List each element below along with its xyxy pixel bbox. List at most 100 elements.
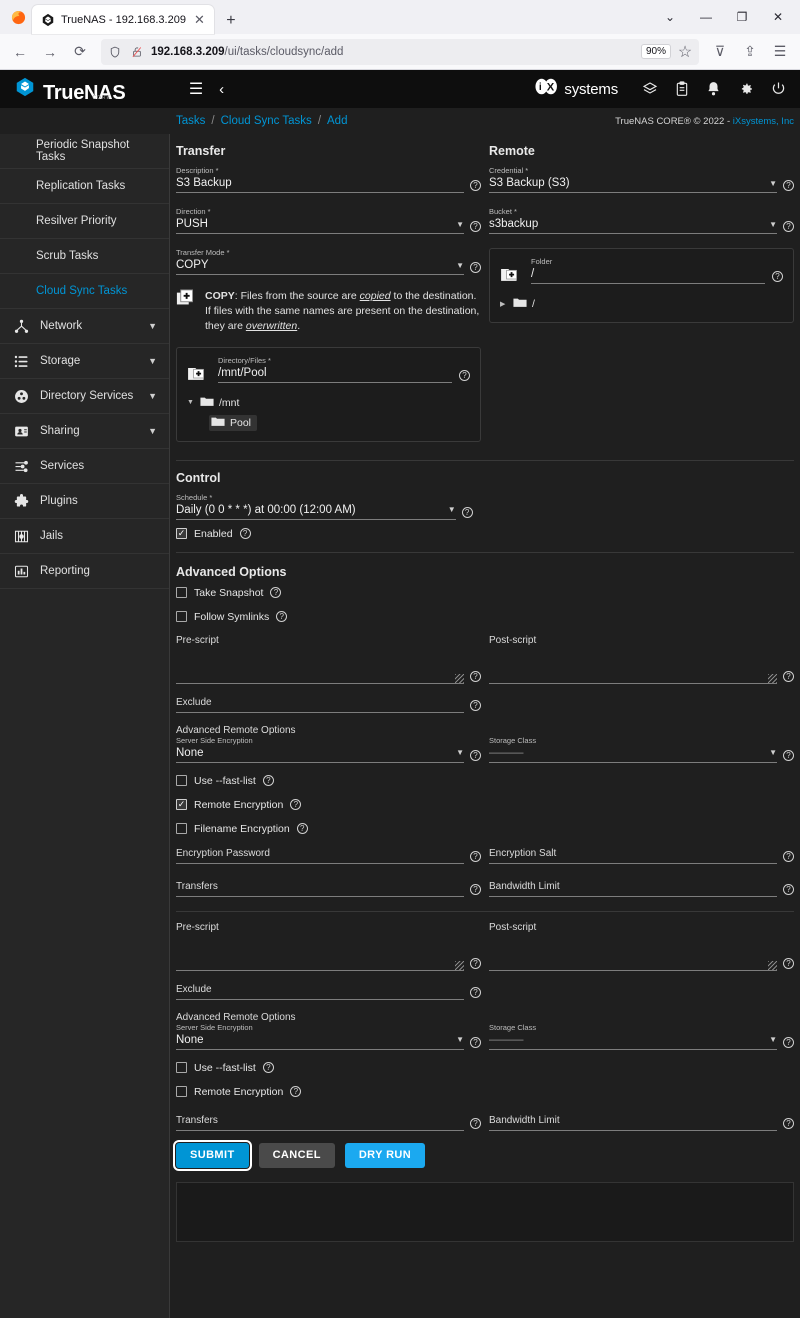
follow-symlinks-checkbox[interactable]	[176, 611, 187, 623]
address-bar[interactable]: 192.168.3.209/ui/tasks/cloudsync/add 90%…	[101, 38, 699, 65]
direction-select[interactable]: PUSH ▼	[176, 217, 464, 234]
filename-encryption-row-one[interactable]: Filename Encryption ?	[176, 823, 794, 835]
bell-icon[interactable]	[706, 81, 721, 97]
exclude-input[interactable]: Exclude	[176, 696, 464, 713]
post-script-textarea[interactable]	[489, 933, 777, 971]
sidebar-item-sharing[interactable]: Sharing ▼	[0, 414, 169, 449]
help-icon[interactable]: ?	[470, 221, 481, 232]
submit-button[interactable]: SUBMIT	[173, 1139, 252, 1171]
twisty-collapsed-icon[interactable]: ▶	[500, 300, 508, 308]
credential-field[interactable]: Credential * S3 Backup (S3) ▼ ?	[489, 166, 794, 193]
help-icon[interactable]: ?	[470, 883, 481, 895]
tab-list-chevron-icon[interactable]: ⌄	[652, 2, 688, 32]
description-field[interactable]: Description * S3 Backup ?	[176, 166, 481, 193]
fast-list-row-two[interactable]: Use --fast-list ?	[176, 1062, 794, 1074]
bucket-select[interactable]: s3backup ▼	[489, 217, 777, 234]
sse-select[interactable]: None ▼	[176, 1033, 464, 1050]
clipboard-icon[interactable]	[675, 81, 689, 97]
help-icon[interactable]: ?	[772, 271, 783, 282]
new-tab-button[interactable]: +	[218, 8, 244, 34]
help-icon[interactable]: ?	[783, 749, 794, 761]
help-icon[interactable]: ?	[470, 1036, 481, 1048]
remote-encryption-checkbox[interactable]	[176, 1086, 187, 1098]
layers-icon[interactable]	[642, 81, 658, 97]
help-icon[interactable]: ?	[783, 180, 794, 191]
menu-toggle-icon[interactable]: ☰	[189, 79, 203, 99]
gear-icon[interactable]	[738, 81, 754, 97]
save-to-pocket-icon[interactable]: ⇪	[736, 38, 764, 66]
window-restore-button[interactable]: ❐	[724, 2, 760, 32]
post-script-textarea[interactable]	[489, 646, 777, 684]
sidebar-item-directory-services[interactable]: Directory Services ▼	[0, 379, 169, 414]
transfer-mode-select[interactable]: COPY ▼	[176, 258, 464, 275]
sidebar-item-replication-tasks[interactable]: Replication Tasks	[0, 169, 169, 204]
breadcrumb-item-cloud-sync-tasks[interactable]: Cloud Sync Tasks	[221, 115, 312, 127]
twisty-expanded-icon[interactable]: ▼	[187, 399, 195, 406]
reload-button[interactable]: ⟳	[66, 38, 94, 66]
remote-encryption-checkbox[interactable]	[176, 799, 187, 811]
help-icon[interactable]: ?	[270, 587, 282, 599]
directory-input[interactable]: /mnt/Pool	[218, 366, 452, 383]
tree-node-pool[interactable]: Pool	[187, 413, 470, 433]
help-icon[interactable]: ?	[290, 1086, 302, 1098]
pre-script-textarea[interactable]	[176, 933, 464, 971]
directory-field[interactable]: Directory/Files * /mnt/Pool	[218, 356, 452, 383]
sidebar-item-jails[interactable]: Jails	[0, 519, 169, 554]
help-icon[interactable]: ?	[470, 262, 481, 273]
folder-field[interactable]: Folder /	[531, 257, 765, 284]
remote-encryption-row-two[interactable]: Remote Encryption ?	[176, 1086, 794, 1098]
zoom-level-indicator[interactable]: 90%	[640, 44, 671, 59]
ixsystems-link[interactable]: iXsystems, Inc	[733, 116, 794, 127]
take-snapshot-row[interactable]: Take Snapshot ?	[176, 587, 794, 599]
fast-list-row-one[interactable]: Use --fast-list ?	[176, 775, 794, 787]
back-button[interactable]: ←	[6, 38, 34, 66]
tab-close-icon[interactable]: ✕	[192, 12, 207, 27]
help-icon[interactable]: ?	[459, 369, 470, 381]
pocket-icon[interactable]: ⊽	[706, 38, 734, 66]
sidebar-item-periodic-snapshot-tasks[interactable]: Periodic Snapshot Tasks	[0, 134, 169, 169]
help-icon[interactable]: ?	[262, 775, 274, 787]
direction-field[interactable]: Direction * PUSH ▼ ?	[176, 207, 481, 234]
bandwidth-limit-input[interactable]: Bandwidth Limit	[489, 1114, 777, 1131]
take-snapshot-checkbox[interactable]	[176, 587, 187, 599]
exclude-input[interactable]: Exclude	[176, 983, 464, 1000]
help-icon[interactable]: ?	[783, 957, 794, 969]
folder-input[interactable]: /	[531, 267, 765, 284]
help-icon[interactable]: ?	[783, 221, 794, 232]
help-icon[interactable]: ?	[470, 1117, 481, 1129]
sidebar-item-resilver-priority[interactable]: Resilver Priority	[0, 204, 169, 239]
help-icon[interactable]: ?	[783, 850, 794, 862]
filename-encryption-checkbox[interactable]	[176, 823, 187, 835]
help-icon[interactable]: ?	[290, 799, 302, 811]
fast-list-checkbox[interactable]	[176, 775, 187, 787]
help-icon[interactable]: ?	[470, 850, 481, 862]
shield-icon[interactable]	[107, 44, 123, 60]
sidebar-item-services[interactable]: Services	[0, 449, 169, 484]
help-icon[interactable]: ?	[783, 1036, 794, 1048]
window-close-button[interactable]: ✕	[760, 2, 796, 32]
help-icon[interactable]: ?	[461, 506, 473, 518]
browser-tab[interactable]: TrueNAS - 192.168.3.209 ✕	[32, 5, 214, 34]
help-icon[interactable]: ?	[470, 986, 481, 998]
encryption-password-input[interactable]: Encryption Password	[176, 847, 464, 864]
tree-node-root[interactable]: ▶ /	[500, 294, 783, 314]
credential-select[interactable]: S3 Backup (S3) ▼	[489, 176, 777, 193]
transfer-mode-field[interactable]: Transfer Mode * COPY ▼ ?	[176, 248, 481, 275]
add-folder-icon[interactable]	[187, 363, 211, 383]
sidebar-item-network[interactable]: Network ▼	[0, 309, 169, 344]
truenas-logo[interactable]: TrueNAS CORE	[14, 76, 151, 103]
tree-node-selected[interactable]: Pool	[209, 414, 258, 431]
enabled-checkbox-row[interactable]: Enabled ?	[176, 528, 794, 540]
browser-menu-icon[interactable]: ☰	[766, 38, 794, 66]
window-minimize-button[interactable]: —	[688, 2, 724, 32]
fast-list-checkbox[interactable]	[176, 1062, 187, 1074]
breadcrumb-item-add[interactable]: Add	[327, 115, 347, 127]
sidebar-item-scrub-tasks[interactable]: Scrub Tasks	[0, 239, 169, 274]
bookmark-star-icon[interactable]: ☆	[677, 44, 693, 61]
enabled-checkbox[interactable]	[176, 528, 187, 540]
sidebar-item-reporting[interactable]: Reporting	[0, 554, 169, 589]
help-icon[interactable]: ?	[470, 749, 481, 761]
dry-run-button[interactable]: DRY RUN	[344, 1142, 426, 1168]
cancel-button[interactable]: CANCEL	[258, 1142, 335, 1168]
description-input[interactable]: S3 Backup	[176, 176, 464, 193]
